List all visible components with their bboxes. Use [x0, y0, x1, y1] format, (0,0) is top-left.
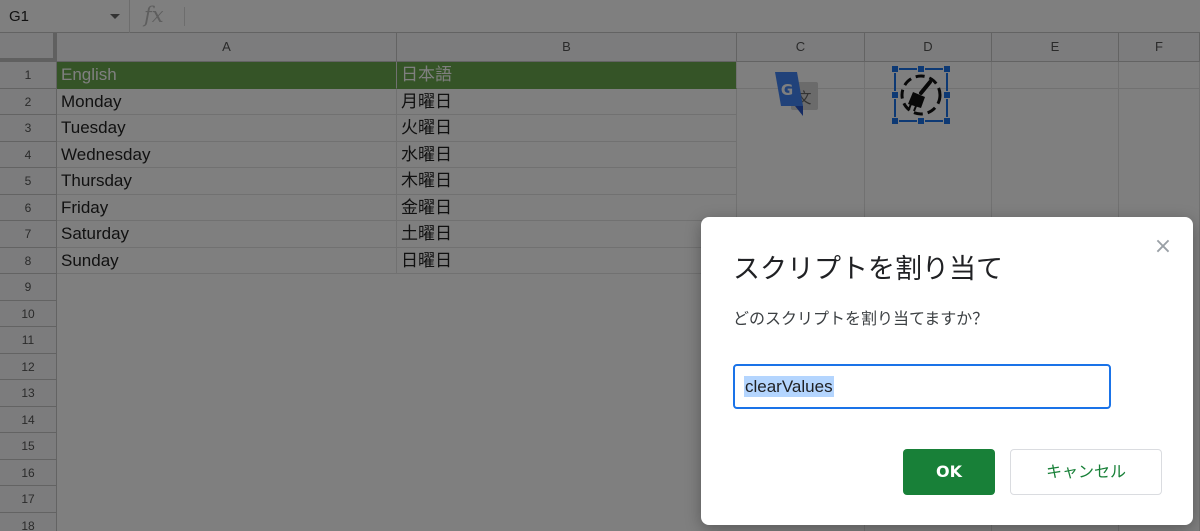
- script-name-input[interactable]: clearValues: [733, 364, 1111, 409]
- ok-button[interactable]: OK: [903, 449, 995, 495]
- dialog-question: どのスクリプトを割り当てますか？: [733, 309, 989, 328]
- dialog-title: スクリプトを割り当て: [733, 254, 1003, 285]
- cancel-button[interactable]: キャンセル: [1010, 449, 1162, 495]
- script-name-value: clearValues: [744, 376, 834, 397]
- assign-script-dialog: スクリプトを割り当て × どのスクリプトを割り当てますか？ clearValue…: [701, 217, 1193, 525]
- close-icon[interactable]: ×: [1151, 235, 1175, 259]
